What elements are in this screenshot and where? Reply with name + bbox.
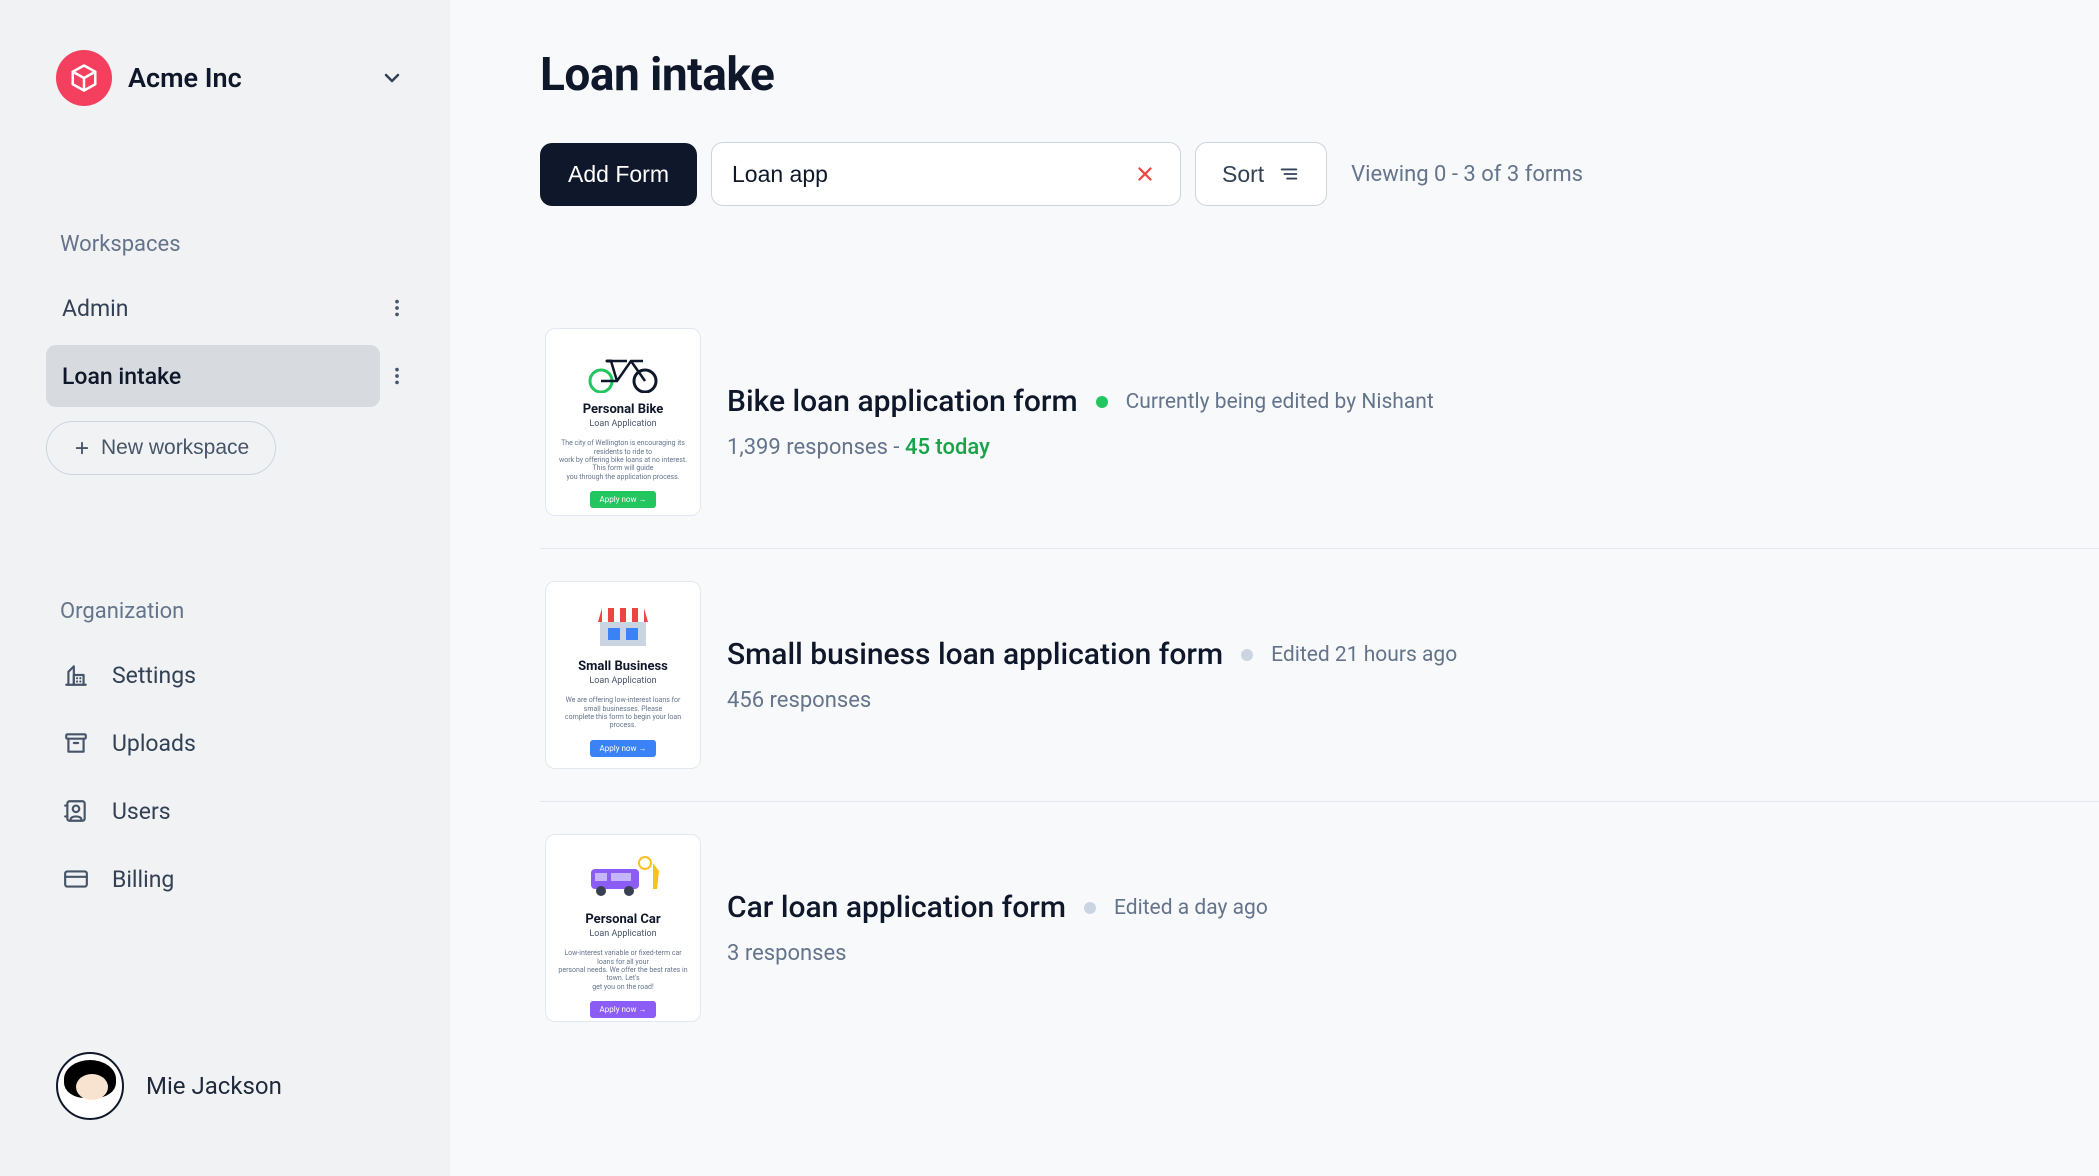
plus-icon (73, 439, 91, 457)
org-name: Acme Inc (128, 62, 242, 94)
form-info: Car loan application form Edited a day a… (727, 890, 2094, 966)
form-title: Bike loan application form (727, 384, 1078, 419)
thumb-title: Small Business (578, 660, 668, 674)
viewing-count: Viewing 0 - 3 of 3 forms (1351, 162, 1583, 187)
responses-count: 456 responses (727, 688, 871, 713)
credit-card-icon (62, 865, 90, 893)
form-meta: 1,399 responses - 45 today (727, 435, 2094, 460)
form-thumbnail: Small Business Loan Application We are o… (545, 581, 701, 769)
thumb-desc: The city of Wellington is encouraging it… (558, 439, 688, 481)
building-icon (62, 661, 90, 689)
status-dot-icon (1241, 649, 1253, 661)
thumb-sub: Loan Application (589, 929, 656, 939)
responses-count: 1,399 responses (727, 435, 888, 460)
nav-label: Users (112, 798, 171, 825)
store-icon (578, 600, 668, 650)
status-dot-icon (1084, 902, 1096, 914)
form-row[interactable]: Small Business Loan Application We are o… (540, 549, 2099, 802)
form-list: Personal Bike Loan Application The city … (540, 296, 2099, 1054)
clear-search-icon[interactable] (1130, 159, 1160, 189)
nav-billing[interactable]: Billing (46, 848, 414, 910)
form-title: Small business loan application form (727, 637, 1223, 672)
form-title: Car loan application form (727, 890, 1066, 925)
sidebar-item-admin[interactable]: Admin (46, 277, 380, 339)
workspaces-section-label: Workspaces (46, 232, 414, 257)
org-switcher[interactable]: Acme Inc (46, 44, 414, 112)
form-meta: 456 responses (727, 688, 2094, 713)
organization-nav: Settings Uploads Users Billing (46, 644, 414, 910)
thumb-sub: Loan Application (589, 676, 656, 686)
org-logo-icon (56, 50, 112, 106)
add-form-button[interactable]: Add Form (540, 143, 697, 206)
user-name: Mie Jackson (146, 1072, 282, 1100)
thumb-sub: Loan Application (589, 419, 656, 429)
search-field-wrap (711, 142, 1181, 206)
form-thumbnail: Personal Bike Loan Application The city … (545, 328, 701, 516)
nav-label: Billing (112, 866, 174, 893)
sidebar-item-label: Admin (62, 295, 128, 322)
new-workspace-button[interactable]: New workspace (46, 421, 276, 475)
form-info: Small business loan application form Edi… (727, 637, 2094, 713)
sidebar: Acme Inc Workspaces Admin Loan intake (0, 0, 450, 1176)
form-thumbnail: Personal Car Loan Application Low-intere… (545, 834, 701, 1022)
form-row[interactable]: Personal Car Loan Application Low-intere… (540, 802, 2099, 1054)
nav-users[interactable]: Users (46, 780, 414, 842)
today-count: 45 today (905, 435, 990, 460)
nav-label: Settings (112, 662, 196, 689)
search-input[interactable] (732, 161, 1130, 188)
thumb-apply-button: Apply now → (590, 740, 657, 757)
sort-label: Sort (1222, 161, 1264, 188)
responses-count: 3 responses (727, 941, 847, 966)
page-title: Loan intake (540, 48, 2099, 102)
bike-icon (578, 347, 668, 393)
avatar (56, 1052, 124, 1120)
thumb-apply-button: Apply now → (590, 491, 657, 508)
nav-uploads[interactable]: Uploads (46, 712, 414, 774)
form-meta: 3 responses (727, 941, 2094, 966)
toolbar: Add Form Sort Viewing 0 - 3 of 3 forms (540, 142, 2099, 206)
status-dot-icon (1096, 396, 1108, 408)
organization-section-label: Organization (46, 599, 414, 624)
archive-icon (62, 729, 90, 757)
thumb-apply-button: Apply now → (590, 1001, 657, 1018)
form-row[interactable]: Personal Bike Loan Application The city … (540, 296, 2099, 549)
nav-label: Uploads (112, 730, 196, 757)
van-icon (578, 853, 668, 903)
workspaces-list: Admin Loan intake (46, 277, 414, 407)
workspace-menu-button[interactable] (380, 359, 414, 393)
thumb-title: Personal Car (585, 913, 660, 927)
user-menu[interactable]: Mie Jackson (46, 1042, 414, 1140)
new-workspace-label: New workspace (101, 436, 249, 460)
chevron-down-icon (380, 66, 404, 90)
status-text: Edited 21 hours ago (1271, 643, 1457, 667)
thumb-desc: We are offering low-interest loans for s… (558, 696, 688, 730)
workspace-menu-button[interactable] (380, 291, 414, 325)
status-text: Edited a day ago (1114, 896, 1268, 920)
thumb-desc: Low-interest variable or fixed-term car … (558, 949, 688, 991)
sidebar-item-loan-intake[interactable]: Loan intake (46, 345, 380, 407)
main-content: Loan intake Add Form Sort Viewing 0 - 3 … (450, 0, 2099, 1176)
form-info: Bike loan application form Currently bei… (727, 384, 2094, 460)
status-text: Currently being edited by Nishant (1126, 390, 1434, 414)
sidebar-item-label: Loan intake (62, 363, 181, 390)
sort-icon (1278, 163, 1300, 185)
sort-button[interactable]: Sort (1195, 142, 1327, 206)
contact-icon (62, 797, 90, 825)
nav-settings[interactable]: Settings (46, 644, 414, 706)
thumb-title: Personal Bike (583, 403, 664, 417)
